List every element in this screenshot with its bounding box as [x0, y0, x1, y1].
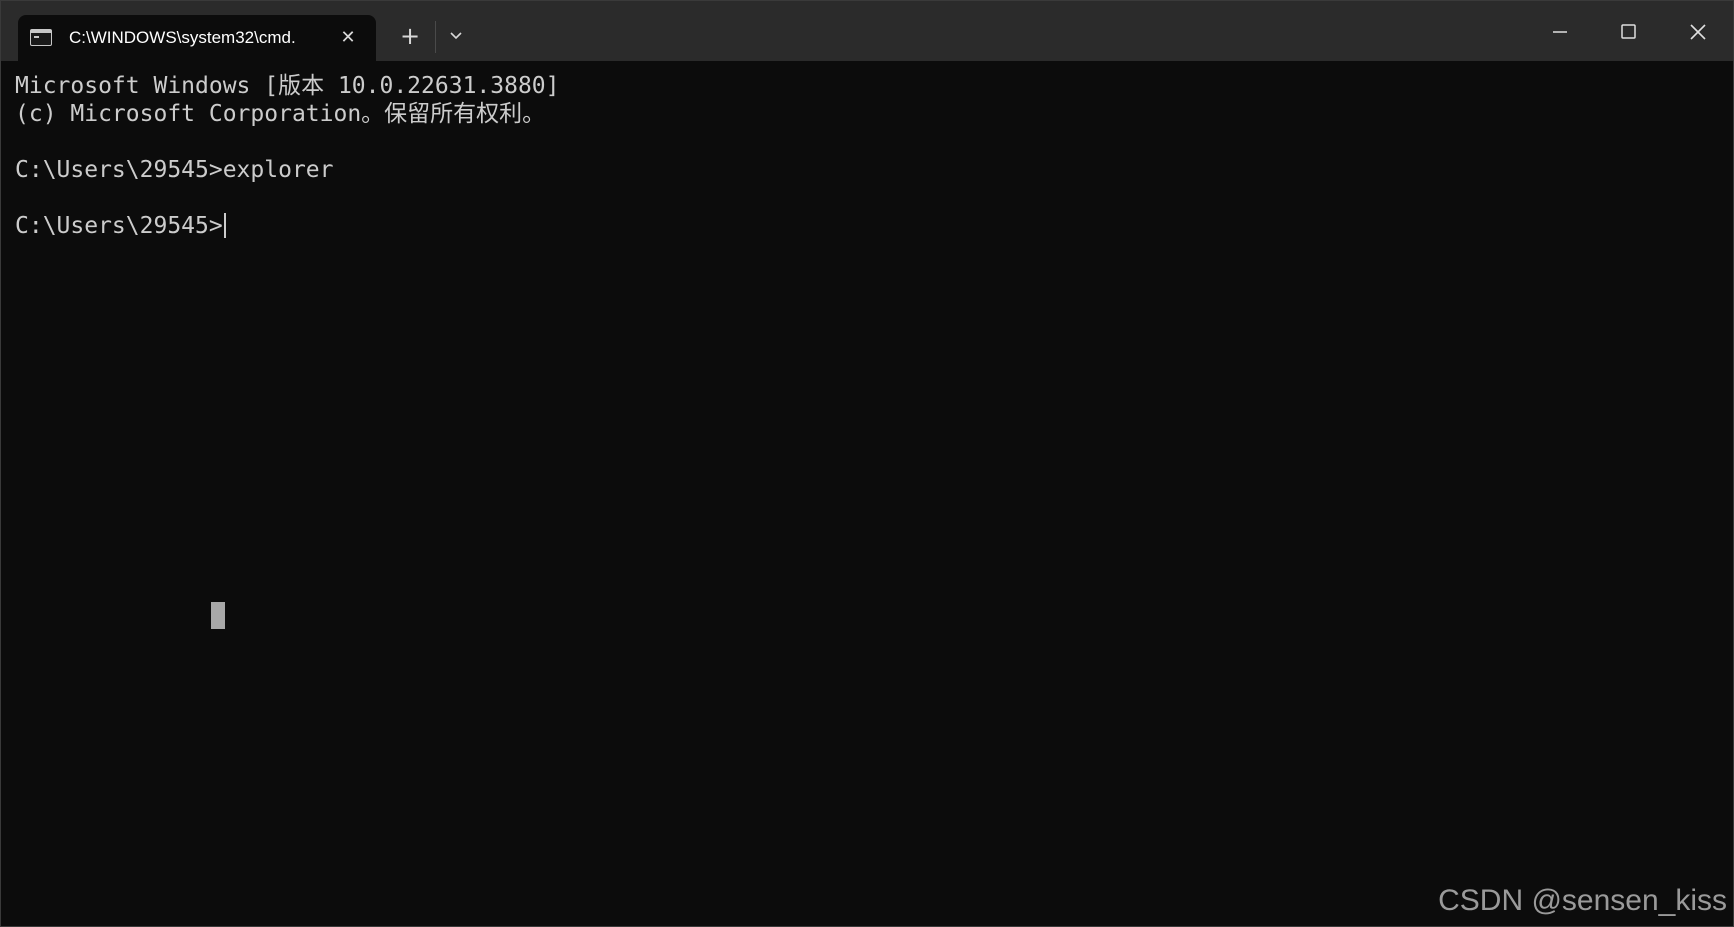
terminal-window: C:\WINDOWS\system32\cmd. ✕ + Microsoft W… [0, 0, 1734, 927]
minimize-button[interactable] [1526, 1, 1594, 61]
toolbar-divider [435, 21, 436, 53]
tab-close-button[interactable]: ✕ [334, 24, 362, 52]
block-cursor [211, 602, 225, 629]
close-icon [1690, 24, 1706, 40]
close-window-button[interactable] [1664, 1, 1732, 61]
minimize-icon [1553, 31, 1567, 33]
tab-cmd[interactable]: C:\WINDOWS\system32\cmd. ✕ [18, 15, 376, 61]
terminal-line: (c) Microsoft Corporation。保留所有权利。 [15, 101, 546, 127]
watermark: CSDN @sensen_kiss [1438, 884, 1727, 917]
maximize-button[interactable] [1594, 1, 1662, 61]
terminal-prompt: C:\Users\29545> [15, 213, 223, 239]
title-bar[interactable]: C:\WINDOWS\system32\cmd. ✕ + [1, 1, 1733, 61]
maximize-icon [1621, 24, 1636, 39]
text-caret [223, 213, 226, 238]
tab-title: C:\WINDOWS\system32\cmd. [69, 28, 296, 47]
terminal-output[interactable]: Microsoft Windows [版本 10.0.22631.3880] (… [1, 61, 1733, 926]
chevron-down-icon [450, 32, 462, 40]
terminal-prompt-line[interactable]: C:\Users\29545> [15, 212, 226, 240]
terminal-line: C:\Users\29545>explorer [15, 157, 334, 183]
tab-dropdown-button[interactable] [443, 23, 469, 49]
terminal-line: Microsoft Windows [版本 10.0.22631.3880] [15, 73, 560, 99]
cmd-icon [30, 29, 52, 46]
new-tab-button[interactable]: + [395, 21, 425, 51]
